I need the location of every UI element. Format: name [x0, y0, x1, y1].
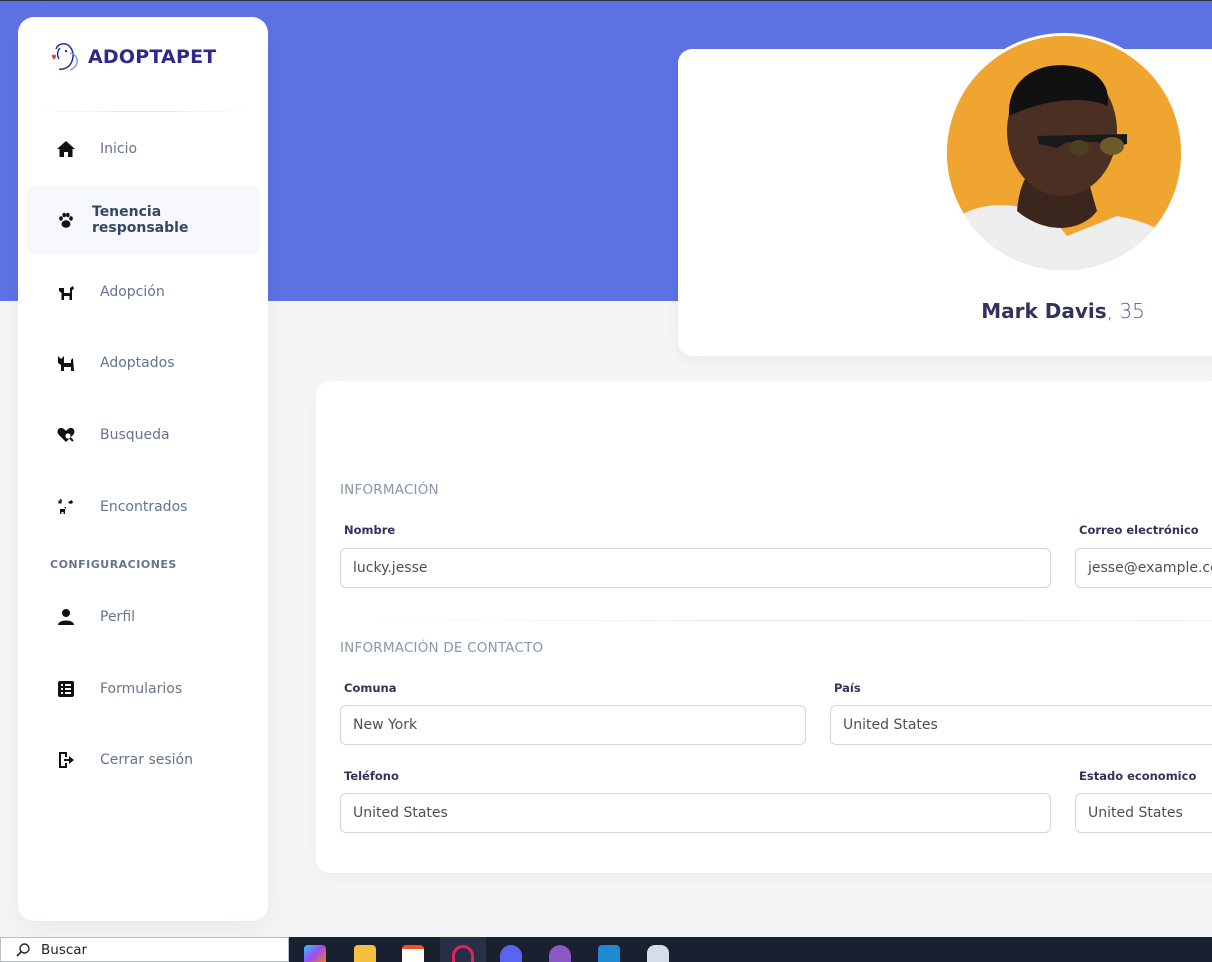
sidebar-item-perfil[interactable]: Perfil	[26, 583, 260, 651]
sidebar-item-label: Tenencia responsable	[92, 204, 189, 236]
pais-input[interactable]: United States	[830, 705, 1212, 745]
taskbar: Buscar	[0, 937, 1212, 962]
sidebar-item-formularios[interactable]: Formularios	[26, 655, 260, 723]
github-icon[interactable]	[549, 945, 571, 962]
sidebar-item-inicio[interactable]: Inicio	[26, 115, 260, 183]
sidebar-item-encontrados[interactable]: Encontrados	[26, 473, 260, 541]
paw-icon	[56, 210, 76, 230]
search-placeholder: Buscar	[41, 941, 88, 958]
sidebar-item-label: Adoptados	[100, 355, 175, 371]
user-icon	[56, 607, 76, 627]
dog-icon	[56, 282, 76, 302]
brand[interactable]: ADOPTAPET	[48, 39, 216, 75]
microsoft-store-icon[interactable]	[402, 945, 424, 962]
avatar	[944, 33, 1184, 273]
vscode-icon[interactable]	[598, 945, 620, 962]
sidebar-item-label: Adopción	[100, 284, 165, 300]
sidebar-item-label: Inicio	[100, 141, 138, 157]
logout-icon	[56, 750, 76, 770]
nombre-label: Nombre	[344, 523, 396, 537]
section-heading-contacto: INFORMACIÓN DE CONTACTO	[340, 640, 544, 656]
sidebar-item-busqueda[interactable]: Busqueda	[26, 401, 260, 469]
sidebar: ADOPTAPET Inicio Tenencia responsable Ad…	[18, 17, 268, 921]
telefono-label: Teléfono	[344, 769, 399, 783]
cat-icon	[56, 353, 76, 373]
sidebar-item-cerrar-sesion[interactable]: Cerrar sesión	[26, 726, 260, 794]
brand-name: ADOPTAPET	[88, 46, 217, 68]
profile-name: Mark Davis, 35	[678, 299, 1212, 323]
profile-age: , 35	[1106, 299, 1145, 323]
nombre-input[interactable]: lucky.jesse	[340, 548, 1051, 588]
estado-economico-label: Estado economico	[1079, 769, 1197, 783]
file-explorer-icon[interactable]	[354, 945, 376, 962]
sidebar-item-adopcion[interactable]: Adopción	[26, 258, 260, 326]
pais-label: País	[834, 681, 861, 695]
correo-label: Correo electrónico	[1079, 523, 1199, 537]
sidebar-item-label: Encontrados	[100, 499, 188, 515]
sidebar-item-adoptados[interactable]: Adoptados	[26, 329, 260, 397]
postgresql-icon[interactable]	[647, 945, 669, 962]
dog-logo-icon	[52, 43, 78, 71]
sidebar-item-label: Formularios	[100, 681, 183, 697]
divider	[32, 111, 254, 112]
pets-found-icon	[56, 497, 76, 517]
comuna-input[interactable]: New York	[340, 705, 806, 745]
sidebar-item-tenencia[interactable]: Tenencia responsable	[26, 186, 260, 254]
correo-input[interactable]: jesse@example.com	[1075, 548, 1212, 588]
copilot-icon[interactable]	[304, 945, 326, 962]
taskbar-search[interactable]: Buscar	[0, 937, 289, 962]
telefono-input[interactable]: United States	[340, 793, 1051, 833]
estado-economico-input[interactable]: United States	[1075, 793, 1212, 833]
home-icon	[56, 139, 76, 159]
section-heading-informacion: INFORMACIÓN	[340, 482, 439, 498]
search-icon	[16, 942, 30, 957]
opera-icon[interactable]	[452, 945, 474, 962]
sidebar-item-label: Cerrar sesión	[100, 752, 193, 768]
sidebar-item-label: Perfil	[100, 609, 136, 625]
sidebar-item-label: Busqueda	[100, 427, 170, 443]
divider	[340, 620, 1212, 621]
form-list-icon	[56, 679, 76, 699]
heart-search-icon	[56, 425, 76, 445]
profile-name-text: Mark Davis	[981, 299, 1107, 323]
section-title-configuraciones: CONFIGURACIONES	[50, 558, 177, 571]
discord-icon[interactable]	[500, 945, 522, 962]
comuna-label: Comuna	[344, 681, 397, 695]
